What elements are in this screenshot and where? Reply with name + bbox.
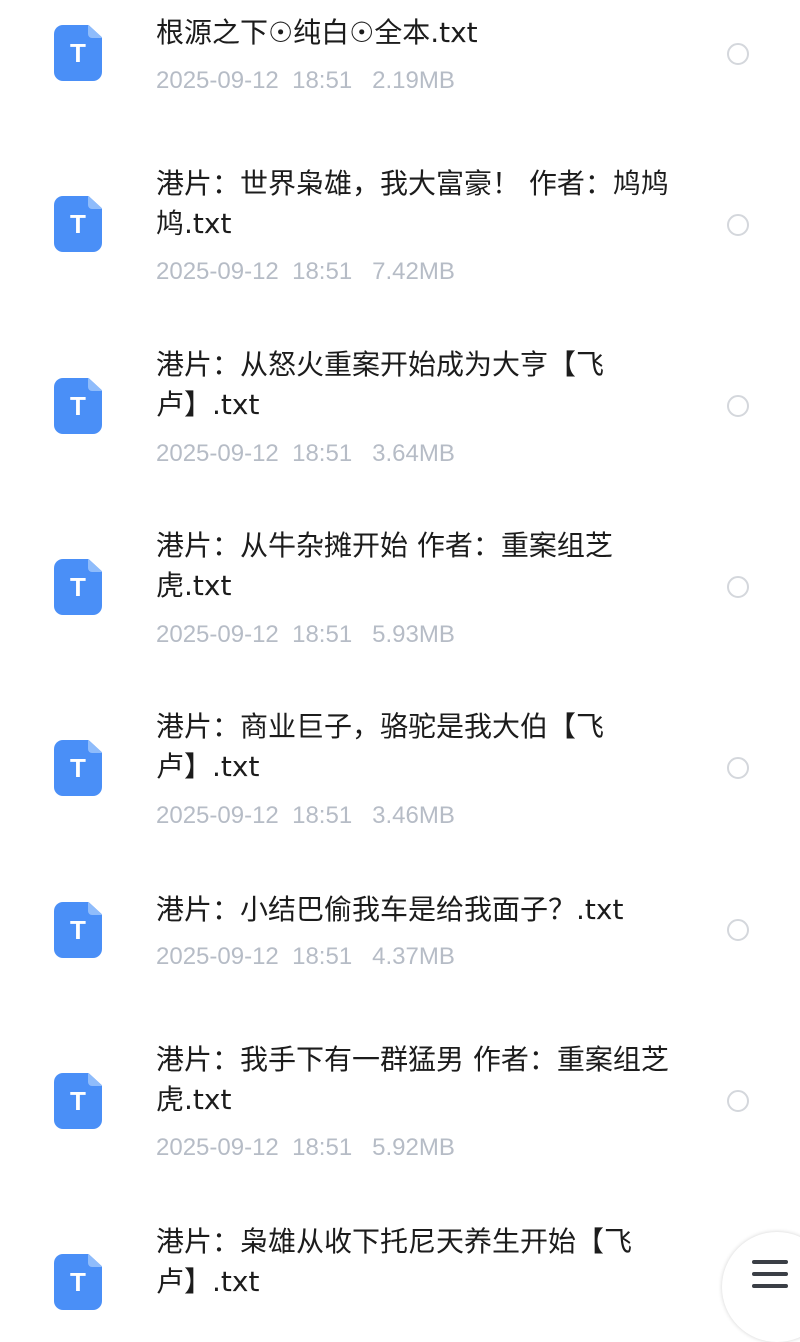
file-list: T 根源之下☉纯白☉全本.txt 2025-09-12 18:51 2.19MB… <box>0 0 800 1310</box>
file-name: 港片：枭雄从收下托尼天养生开始【飞卢】.txt <box>156 1225 633 1298</box>
hamburger-menu-icon <box>752 1260 788 1288</box>
txt-file-icon: T <box>54 1254 102 1310</box>
file-list-item[interactable]: T 港片：枭雄从收下托尼天养生开始【飞卢】.txt <box>0 0 800 1310</box>
